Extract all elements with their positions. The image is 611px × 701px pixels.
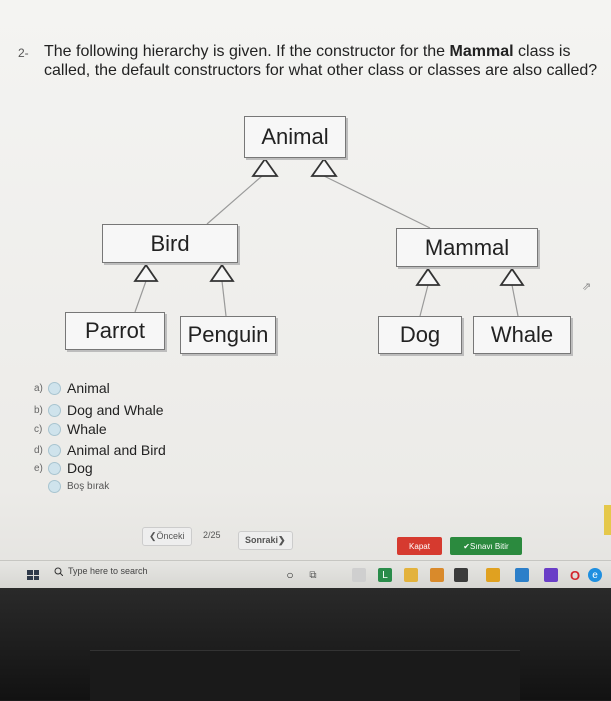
class-animal: Animal (244, 116, 346, 158)
class-dog: Dog (378, 316, 462, 354)
option-label: Animal (67, 380, 110, 396)
background-window-edge (604, 505, 611, 535)
option-label: Whale (67, 421, 107, 437)
screen: 2- The following hierarchy is given. If … (0, 0, 611, 701)
connector-line (511, 284, 519, 317)
search-placeholder: Type here to search (68, 566, 148, 576)
connector-line (206, 175, 263, 225)
connector-line (221, 280, 227, 317)
radio-button[interactable] (48, 381, 61, 395)
radio-button[interactable] (48, 461, 61, 475)
store-icon[interactable] (454, 568, 468, 582)
option-d[interactable]: d) Animal and Bird (34, 442, 166, 458)
hierarchy-diagram (133, 157, 525, 317)
taskbar: Type here to search ○ ⧉ L O e (0, 560, 611, 589)
inheritance-triangle-icon (251, 157, 279, 177)
taskbar-app-icon[interactable] (352, 568, 366, 582)
edge-icon[interactable]: e (588, 568, 602, 582)
page-indicator: 2/25 (203, 530, 221, 540)
class-penguin: Penguin (180, 316, 276, 354)
windows-icon[interactable] (27, 570, 39, 580)
search-icon (54, 567, 63, 576)
leave-blank-label: Boş bırak (67, 481, 110, 492)
taskbar-app-icon[interactable] (515, 568, 529, 582)
option-letter: a) (34, 382, 43, 394)
option-letter: b) (34, 404, 43, 416)
task-view-icon[interactable]: ⧉ (306, 568, 320, 582)
inheritance-triangle-icon (133, 263, 159, 282)
finish-exam-button[interactable]: ✔Sınavı Bitir (450, 537, 522, 555)
taskbar-app-icon[interactable]: L (378, 568, 392, 582)
cortana-icon[interactable]: ○ (283, 568, 297, 582)
option-label: Dog and Whale (67, 402, 164, 418)
class-whale: Whale (473, 316, 571, 354)
mouse-cursor-icon: ⇗ (582, 281, 592, 293)
inheritance-triangle-icon (310, 157, 338, 177)
class-parrot: Parrot (65, 312, 165, 350)
option-letter: c) (34, 423, 43, 435)
option-e[interactable]: e) Dog (34, 460, 93, 476)
taskbar-app-icon[interactable] (544, 568, 558, 582)
connector-line (323, 175, 431, 229)
radio-button[interactable] (48, 443, 61, 457)
taskbar-app-icon[interactable] (486, 568, 500, 582)
radio-button[interactable] (48, 422, 61, 436)
connector-line (419, 284, 429, 317)
option-label: Animal and Bird (67, 442, 166, 458)
inheritance-triangle-icon (415, 267, 441, 286)
option-letter: e) (34, 462, 43, 474)
option-label: Dog (67, 460, 93, 476)
option-a[interactable]: a) Animal (34, 380, 110, 396)
taskbar-app-icon[interactable] (430, 568, 444, 582)
option-b[interactable]: b) Dog and Whale (34, 402, 164, 418)
next-button[interactable]: Sonraki❯ (238, 531, 293, 550)
monitor-stand (90, 650, 520, 701)
close-button[interactable]: Kapat (397, 537, 442, 555)
inheritance-triangle-icon (499, 267, 525, 286)
radio-button[interactable] (48, 480, 61, 493)
inheritance-triangle-icon (209, 263, 235, 282)
taskbar-search[interactable]: Type here to search (54, 566, 148, 576)
radio-button[interactable] (48, 403, 61, 417)
class-bird: Bird (102, 224, 238, 263)
taskbar-app-icon[interactable] (404, 568, 418, 582)
previous-button[interactable]: ❮Önceki (142, 527, 192, 546)
option-c[interactable]: c) Whale (34, 421, 107, 437)
class-mammal: Mammal (396, 228, 538, 267)
opera-icon[interactable]: O (568, 568, 582, 583)
option-letter: d) (34, 444, 43, 456)
connector-line (134, 280, 147, 313)
option-leave-blank[interactable]: Boş bırak (48, 480, 109, 493)
